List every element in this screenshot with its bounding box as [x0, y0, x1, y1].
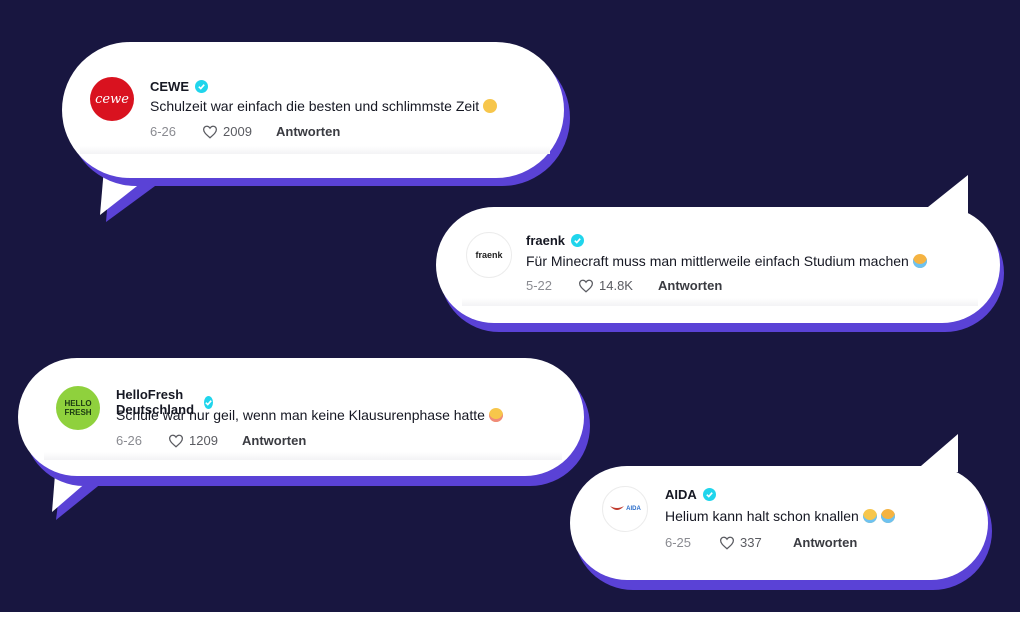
reply-button[interactable]: Antworten — [793, 535, 857, 550]
speech-tail — [914, 434, 958, 472]
avatar[interactable]: AIDA — [602, 486, 648, 532]
heart-icon — [719, 536, 735, 550]
comment-text-content: Helium kann halt schon knallen — [665, 508, 859, 524]
avatar-logo-text: AIDA — [609, 504, 641, 514]
comment-text: Helium kann halt schon knallen — [665, 508, 895, 524]
like-button[interactable]: 337 — [719, 535, 793, 550]
comment-date: 6-25 — [665, 535, 692, 550]
verified-badge-icon — [702, 488, 716, 501]
stage: cewe CEWE Schulzeit war einfach die best… — [0, 0, 1020, 612]
like-count: 337 — [740, 535, 762, 550]
loudly-crying-face-emoji — [880, 509, 895, 523]
comment-author[interactable]: AIDA — [665, 487, 697, 502]
laughing-tears-emoji — [862, 509, 877, 523]
